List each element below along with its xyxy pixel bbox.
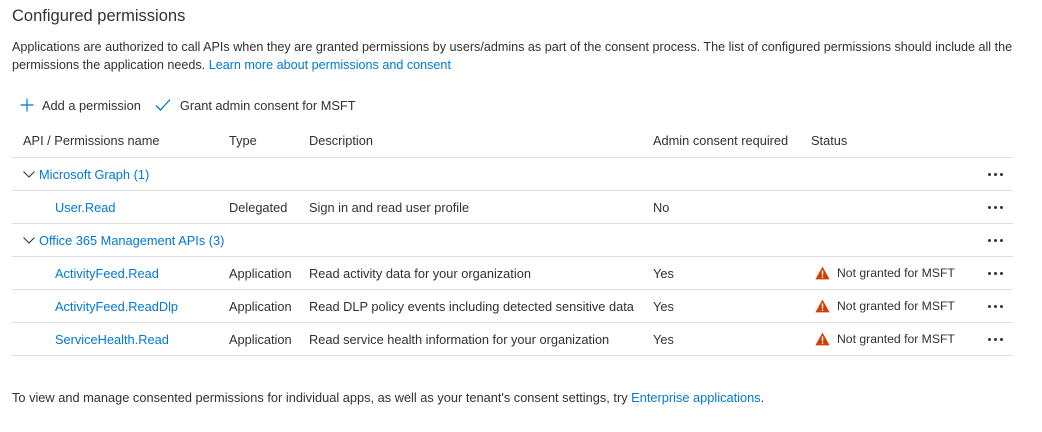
description-text: Applications are authorized to call APIs… bbox=[12, 40, 1013, 72]
checkmark-icon bbox=[155, 99, 171, 111]
group-row-office-365-management-apis: Office 365 Management APIs (3) bbox=[12, 224, 1013, 257]
chevron-down-icon bbox=[23, 171, 35, 178]
permission-name-link[interactable]: User.Read bbox=[55, 191, 115, 223]
section-title: Configured permissions bbox=[12, 7, 186, 25]
chevron-down-icon bbox=[23, 237, 35, 244]
permission-type: Delegated bbox=[229, 199, 288, 215]
header-type[interactable]: Type bbox=[229, 124, 257, 157]
header-name[interactable]: API / Permissions name bbox=[23, 124, 160, 157]
permission-type: Application bbox=[229, 331, 292, 347]
status-not-granted: Not granted for MSFT bbox=[815, 257, 955, 289]
footer-suffix: . bbox=[760, 390, 765, 405]
more-actions-button[interactable] bbox=[982, 158, 1008, 190]
add-permission-label: Add a permission bbox=[42, 97, 141, 113]
more-actions-button[interactable] bbox=[982, 290, 1008, 322]
warning-icon bbox=[815, 299, 830, 313]
permission-description: Read DLP policy events including detecte… bbox=[309, 298, 634, 314]
header-status[interactable]: Status bbox=[811, 124, 847, 157]
enterprise-applications-link[interactable]: Enterprise applications bbox=[631, 390, 760, 405]
section-description: Applications are authorized to call APIs… bbox=[12, 38, 1022, 74]
footer-note: To view and manage consented permissions… bbox=[12, 390, 764, 405]
permission-name-link[interactable]: ServiceHealth.Read bbox=[55, 323, 169, 355]
footer-text: To view and manage consented permissions… bbox=[12, 390, 628, 405]
status-text: Not granted for MSFT bbox=[837, 266, 955, 280]
permission-description: Sign in and read user profile bbox=[309, 199, 470, 215]
grant-admin-consent-button[interactable]: Grant admin consent for MSFT bbox=[155, 98, 356, 113]
warning-icon bbox=[815, 332, 830, 346]
more-actions-icon bbox=[987, 172, 1003, 176]
header-admin-consent[interactable]: Admin consent required bbox=[653, 124, 788, 157]
grant-admin-consent-label: Grant admin consent for MSFT bbox=[179, 97, 356, 113]
more-actions-button[interactable] bbox=[982, 191, 1008, 223]
admin-consent-required: Yes bbox=[653, 298, 674, 314]
more-actions-icon bbox=[987, 238, 1003, 242]
more-actions-button[interactable] bbox=[982, 257, 1008, 289]
group-toggle-office-365-management-apis[interactable]: Office 365 Management APIs (3) bbox=[22, 224, 224, 256]
table-row: User.Read Delegated Sign in and read use… bbox=[12, 191, 1013, 224]
permission-name-link[interactable]: ActivityFeed.Read bbox=[55, 257, 159, 289]
group-label: Office 365 Management APIs (3) bbox=[39, 232, 225, 248]
permission-name-link[interactable]: ActivityFeed.ReadDlp bbox=[55, 290, 178, 322]
table-header-row: API / Permissions name Type Description … bbox=[12, 124, 1013, 158]
status-not-granted: Not granted for MSFT bbox=[815, 323, 955, 355]
more-actions-button[interactable] bbox=[982, 224, 1008, 256]
status-text: Not granted for MSFT bbox=[837, 332, 955, 346]
table-row: ActivityFeed.ReadDlp Application Read DL… bbox=[12, 290, 1013, 323]
header-description[interactable]: Description bbox=[309, 124, 373, 157]
more-actions-icon bbox=[987, 205, 1003, 209]
admin-consent-required: Yes bbox=[653, 265, 674, 281]
permission-description: Read activity data for your organization bbox=[309, 265, 531, 281]
add-permission-button[interactable]: Add a permission bbox=[20, 98, 141, 113]
learn-more-link[interactable]: Learn more about permissions and consent bbox=[209, 58, 451, 72]
warning-icon bbox=[815, 266, 830, 280]
admin-consent-required: Yes bbox=[653, 331, 674, 347]
status-text: Not granted for MSFT bbox=[837, 299, 955, 313]
more-actions-icon bbox=[987, 304, 1003, 308]
permissions-table: API / Permissions name Type Description … bbox=[12, 124, 1013, 356]
more-actions-button[interactable] bbox=[982, 323, 1008, 355]
toolbar: Add a permission Grant admin consent for… bbox=[20, 94, 356, 116]
group-label: Microsoft Graph (1) bbox=[39, 166, 150, 182]
table-row: ServiceHealth.Read Application Read serv… bbox=[12, 323, 1013, 356]
permission-description: Read service health information for your… bbox=[309, 331, 610, 347]
group-toggle-microsoft-graph[interactable]: Microsoft Graph (1) bbox=[22, 158, 149, 190]
plus-icon bbox=[20, 98, 34, 112]
status-not-granted: Not granted for MSFT bbox=[815, 290, 955, 322]
more-actions-icon bbox=[987, 271, 1003, 275]
group-row-microsoft-graph: Microsoft Graph (1) bbox=[12, 158, 1013, 191]
permission-type: Application bbox=[229, 265, 292, 281]
admin-consent-required: No bbox=[653, 199, 670, 215]
more-actions-icon bbox=[987, 337, 1003, 341]
permission-type: Application bbox=[229, 298, 292, 314]
table-row: ActivityFeed.Read Application Read activ… bbox=[12, 257, 1013, 290]
